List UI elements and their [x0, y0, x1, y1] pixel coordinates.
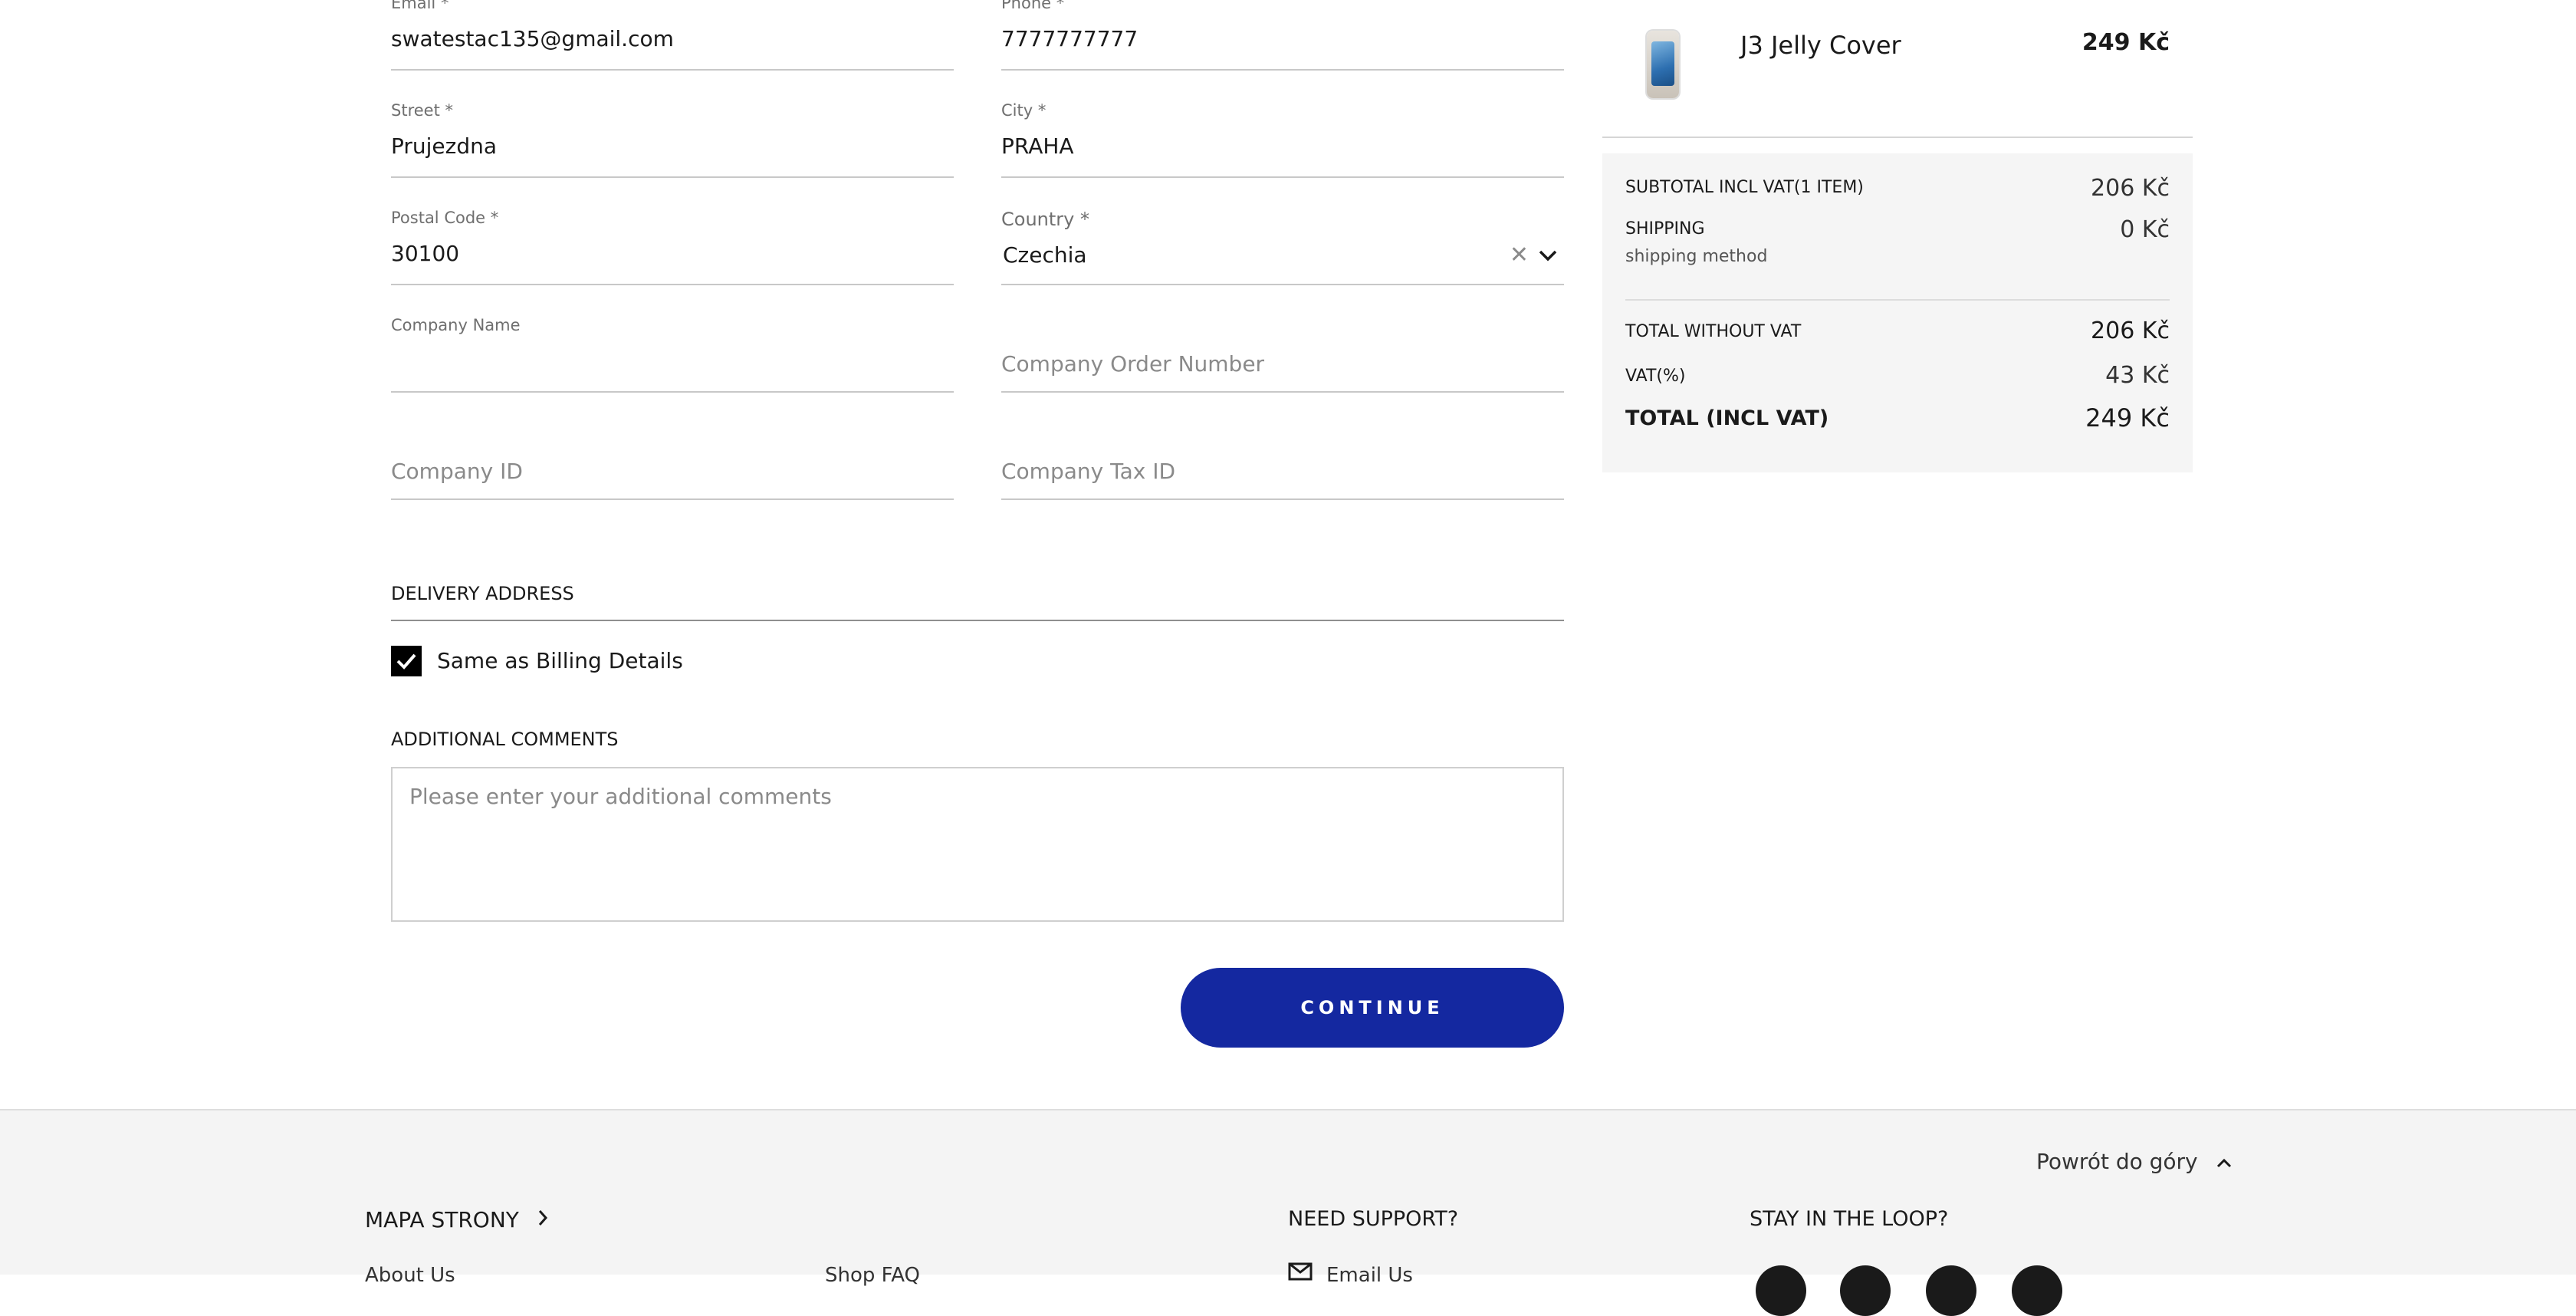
- sitemap-label: MAPA STRONY: [365, 1207, 519, 1232]
- total-without-vat-label: TOTAL WITHOUT VAT: [1625, 322, 1802, 341]
- chevron-up-icon: [2216, 1158, 2231, 1168]
- phone-field[interactable]: Phone * 7777777777: [1001, 0, 1564, 71]
- email-field[interactable]: Email * swatestac135@gmail.com: [391, 0, 954, 71]
- street-field[interactable]: Street * Prujezdna: [391, 100, 954, 178]
- delivery-divider: [391, 620, 1564, 621]
- chevron-down-icon[interactable]: [1538, 248, 1558, 262]
- need-support-title: NEED SUPPORT?: [1288, 1207, 1459, 1231]
- additional-comments-textarea[interactable]: Please enter your additional comments: [391, 767, 1564, 922]
- subtotal-label: SUBTOTAL INCL VAT(1 ITEM): [1625, 178, 1864, 197]
- footer-link-about[interactable]: About Us: [365, 1264, 455, 1287]
- same-as-billing-label[interactable]: Same as Billing Details: [437, 648, 683, 673]
- chevron-right-icon: [538, 1210, 547, 1226]
- country-value[interactable]: Czechia: [1003, 242, 1087, 268]
- company-id-placeholder[interactable]: Company ID: [391, 459, 523, 484]
- phone-value[interactable]: 7777777777: [1001, 26, 1138, 51]
- total-without-vat-value: 206 Kč: [2091, 317, 2170, 344]
- email-value[interactable]: swatestac135@gmail.com: [391, 26, 674, 51]
- postal-code-label: Postal Code *: [391, 209, 499, 227]
- stay-in-loop-title: STAY IN THE LOOP?: [1750, 1207, 1949, 1231]
- company-order-number-field[interactable]: Company Order Number: [1001, 314, 1564, 393]
- subtotal-value: 206 Kč: [2091, 175, 2170, 202]
- footer-link-faq[interactable]: Shop FAQ: [825, 1264, 920, 1287]
- product-image: [1647, 31, 1679, 98]
- mail-icon: [1288, 1262, 1313, 1281]
- country-label: Country *: [1001, 209, 1089, 230]
- company-tax-id-field[interactable]: Company Tax ID: [1001, 422, 1564, 500]
- company-id-field[interactable]: Company ID: [391, 422, 954, 500]
- city-value[interactable]: PRAHA: [1001, 133, 1074, 159]
- product-image-screen: [1651, 41, 1674, 86]
- order-summary-box: SUBTOTAL INCL VAT(1 ITEM) 206 Kč SHIPPIN…: [1602, 153, 2193, 472]
- city-label: City *: [1001, 101, 1046, 120]
- shipping-label: SHIPPING: [1625, 219, 1705, 239]
- company-order-number-placeholder[interactable]: Company Order Number: [1001, 351, 1264, 377]
- check-icon: [396, 653, 416, 670]
- same-as-billing-checkbox[interactable]: [391, 646, 422, 676]
- delivery-address-title: DELIVERY ADDRESS: [391, 583, 574, 604]
- summary-separator: [1602, 137, 2193, 138]
- back-to-top-link[interactable]: Powrót do góry: [2036, 1149, 2233, 1174]
- email-label: Email *: [391, 0, 449, 12]
- vat-value: 43 Kč: [2105, 362, 2170, 389]
- company-name-label: Company Name: [391, 316, 521, 334]
- shipping-value: 0 Kč: [2120, 216, 2170, 243]
- company-name-field[interactable]: Company Name: [391, 314, 954, 393]
- clear-icon[interactable]: ✕: [1510, 244, 1529, 267]
- back-to-top-label: Powrót do góry: [2036, 1149, 2198, 1174]
- postal-code-value[interactable]: 30100: [391, 241, 459, 266]
- vat-label: VAT(%): [1625, 367, 1686, 386]
- footer-link-email[interactable]: Email Us: [1326, 1264, 1413, 1287]
- product-name: J3 Jelly Cover: [1740, 31, 1901, 60]
- product-price: 249 Kč: [2082, 29, 2170, 56]
- country-select[interactable]: Country * Czechia ✕: [1001, 199, 1564, 285]
- footer: Powrót do góry MAPA STRONY About Us Shop…: [0, 1109, 2576, 1316]
- street-value[interactable]: Prujezdna: [391, 133, 497, 159]
- city-field[interactable]: City * PRAHA: [1001, 100, 1564, 178]
- postal-code-field[interactable]: Postal Code * 30100: [391, 207, 954, 285]
- total-value: 249 Kč: [2085, 403, 2170, 433]
- additional-comments-placeholder: Please enter your additional comments: [409, 784, 832, 809]
- company-tax-id-placeholder[interactable]: Company Tax ID: [1001, 459, 1175, 484]
- phone-label: Phone *: [1001, 0, 1065, 12]
- street-label: Street *: [391, 101, 453, 120]
- summary-inner-separator: [1625, 299, 2170, 301]
- shipping-method: shipping method: [1625, 247, 1768, 266]
- continue-button[interactable]: CONTINUE: [1181, 968, 1564, 1048]
- sitemap-link[interactable]: MAPA STRONY: [365, 1207, 549, 1232]
- additional-comments-title: ADDITIONAL COMMENTS: [391, 729, 619, 750]
- total-label: TOTAL (INCL VAT): [1625, 406, 1829, 430]
